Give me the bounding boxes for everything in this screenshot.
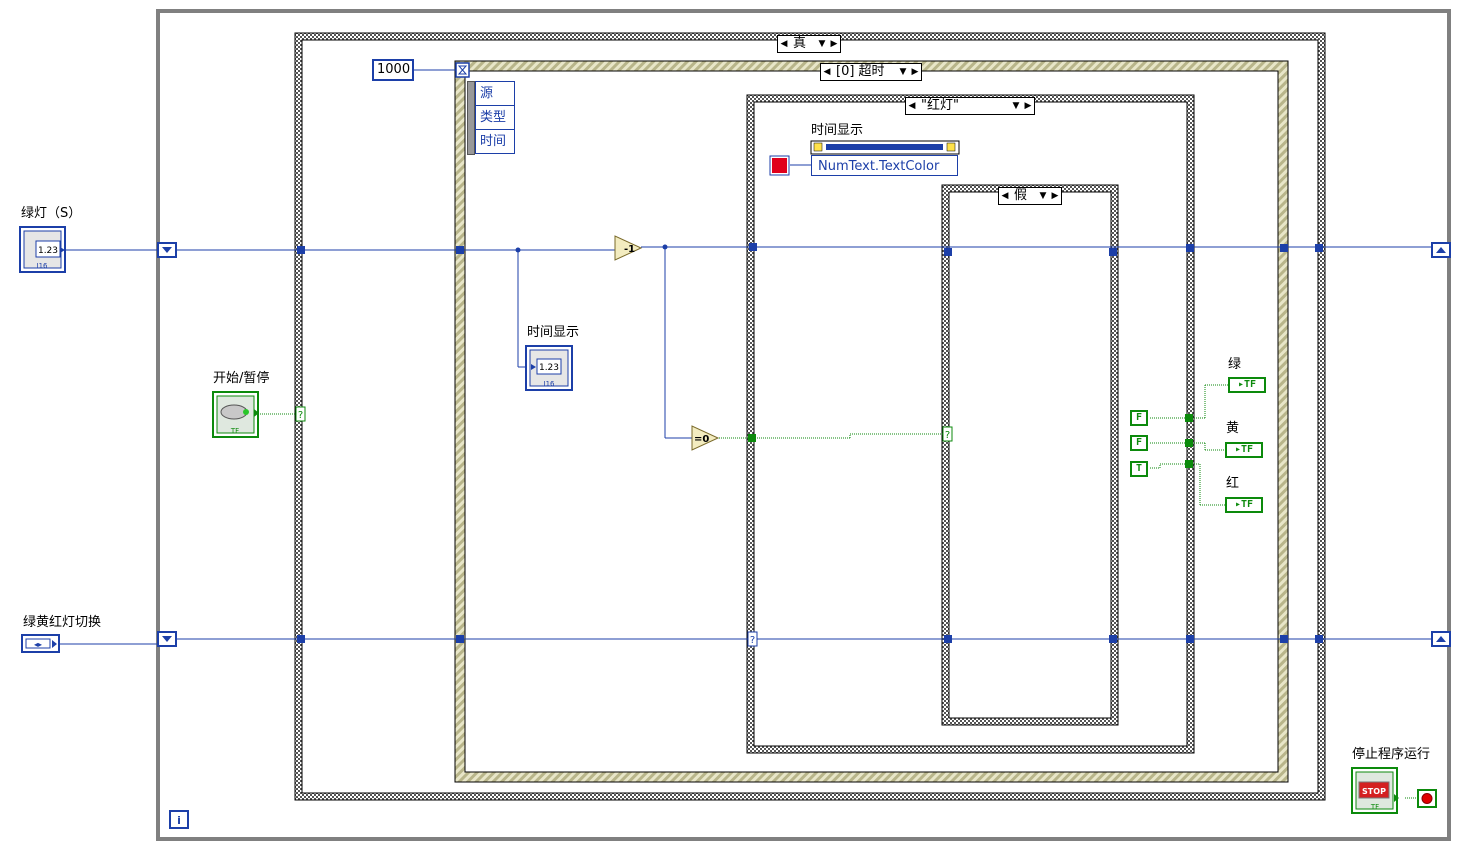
bool-constant-green[interactable]: F — [1130, 410, 1148, 426]
case-selector-terminal-inner: ? — [942, 426, 953, 442]
time-display-label: 时间显示 — [527, 325, 580, 340]
prev-case-icon[interactable]: ◀ — [999, 187, 1011, 205]
green-light-label: 绿灯（S） — [21, 206, 82, 221]
next-case-icon[interactable]: ▶ — [828, 35, 840, 53]
svg-text:TF: TF — [1370, 803, 1379, 811]
svg-text:◂▸: ◂▸ — [34, 640, 42, 649]
svg-text:I16: I16 — [37, 262, 49, 270]
svg-text:=0: =0 — [694, 434, 709, 445]
block-diagram: ? ? ? -1 =0 1.23 I16 1.23 I16 TF ◂▸ STOP… — [19, 9, 1451, 841]
red-indicator-label: 红 — [1226, 476, 1240, 491]
dropdown-icon[interactable]: ▼ — [1037, 187, 1049, 205]
next-case-icon[interactable]: ▶ — [1049, 187, 1061, 205]
switch-label: 绿黄红灯切换 — [23, 615, 102, 630]
svg-text:1.23: 1.23 — [539, 363, 559, 373]
svg-text:-1: -1 — [624, 244, 635, 255]
innermost-case-selector[interactable]: ◀ 假 ▼ ▶ — [998, 187, 1062, 205]
bool-constant-red[interactable]: T — [1130, 461, 1148, 477]
svg-text:?: ? — [945, 430, 950, 441]
svg-text:I16: I16 — [544, 380, 556, 388]
next-case-icon[interactable]: ▶ — [1022, 97, 1034, 115]
outer-case-label: 真 — [793, 36, 807, 51]
event-data-time[interactable]: 时间 — [476, 130, 514, 153]
event-data-type[interactable]: 类型 — [476, 106, 514, 130]
yellow-indicator-label: 黄 — [1226, 421, 1240, 436]
event-case-selector[interactable]: ◀ [0] 超时 ▼ ▶ — [820, 63, 922, 81]
property-node-label: 时间显示 — [811, 123, 864, 138]
inner-case-selector[interactable]: ◀ "红灯" ▼ ▶ — [905, 97, 1035, 115]
dropdown-icon[interactable]: ▼ — [816, 35, 828, 53]
innermost-case-frame[interactable] — [941, 184, 1119, 726]
case-selector-terminal-enum: ? — [747, 631, 758, 647]
property-node[interactable]: NumText.TextColor — [811, 155, 958, 176]
property-name: NumText.TextColor — [818, 159, 940, 174]
svg-text:TF: TF — [230, 427, 239, 435]
event-data-source[interactable]: 源 — [476, 82, 514, 106]
property-node-header — [810, 140, 960, 155]
red-indicator[interactable]: ▸TF — [1225, 497, 1263, 513]
green-indicator-label: 绿 — [1228, 357, 1242, 372]
svg-text:?: ? — [750, 635, 755, 646]
hourglass-icon — [455, 62, 470, 78]
timeout-constant[interactable]: 1000 — [372, 59, 414, 81]
shift-register-right-1 — [1431, 242, 1451, 258]
start-pause-control[interactable]: TF — [212, 391, 259, 438]
bool-constant-yellow[interactable]: F — [1130, 435, 1148, 451]
shift-register-left-1 — [157, 242, 177, 258]
iteration-terminal-icon: i — [169, 810, 189, 829]
green-light-control[interactable]: 1.23 I16 — [19, 226, 66, 273]
case-selector-terminal-outer: ? — [295, 406, 306, 422]
svg-text:?: ? — [298, 410, 303, 421]
loop-condition-icon[interactable] — [1417, 789, 1437, 808]
event-case-label: [0] 超时 — [836, 64, 885, 79]
dropdown-icon[interactable]: ▼ — [897, 63, 909, 81]
inner-case-label: "红灯" — [921, 98, 959, 113]
green-indicator[interactable]: ▸TF — [1228, 377, 1266, 393]
event-data-node-bar — [467, 81, 475, 155]
shift-register-right-2 — [1431, 631, 1451, 647]
svg-text:1.23: 1.23 — [38, 246, 58, 256]
stop-label: 停止程序运行 — [1352, 747, 1431, 762]
time-display-indicator[interactable]: 1.23 I16 — [525, 345, 573, 391]
svg-text:STOP: STOP — [1362, 787, 1386, 796]
outer-case-selector[interactable]: ◀ 真 ▼ ▶ — [777, 35, 841, 53]
color-constant[interactable] — [769, 155, 790, 176]
event-data-node[interactable]: 源 类型 时间 — [475, 81, 515, 154]
prev-case-icon[interactable]: ◀ — [821, 63, 833, 81]
dropdown-icon[interactable]: ▼ — [1010, 97, 1022, 115]
prev-case-icon[interactable]: ◀ — [906, 97, 918, 115]
start-pause-label: 开始/暂停 — [213, 371, 270, 386]
switch-enum-control[interactable]: ◂▸ — [21, 634, 60, 653]
innermost-case-label: 假 — [1014, 188, 1028, 203]
shift-register-left-2 — [157, 631, 177, 647]
yellow-indicator[interactable]: ▸TF — [1225, 442, 1263, 458]
svg-text:i: i — [177, 814, 181, 827]
next-case-icon[interactable]: ▶ — [909, 63, 921, 81]
stop-button-control[interactable]: STOP TF — [1351, 767, 1399, 814]
prev-case-icon[interactable]: ◀ — [778, 35, 790, 53]
